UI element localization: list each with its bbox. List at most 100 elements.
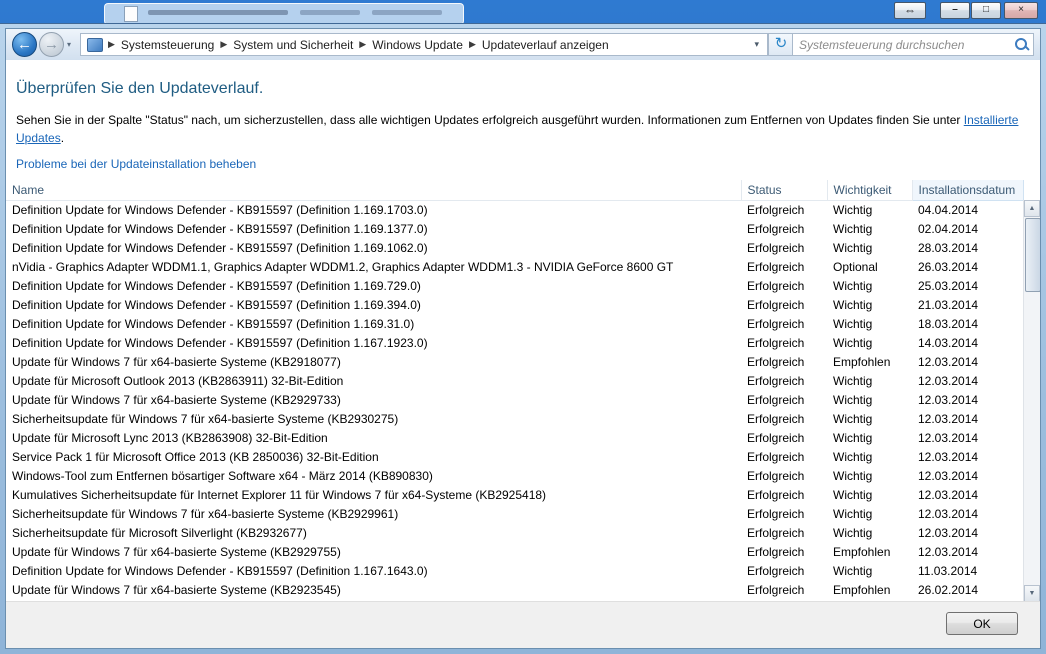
intro-text: Sehen Sie in der Spalte "Status" nach, u… — [16, 111, 1024, 147]
scroll-up-icon[interactable]: ▲ — [1024, 200, 1040, 217]
document-icon — [124, 6, 138, 22]
background-text-hint — [148, 10, 288, 15]
cell-status: Erfolgreich — [747, 240, 805, 255]
minimize-button[interactable]: – — [940, 2, 970, 19]
table-row[interactable]: Definition Update for Windows Defender -… — [6, 200, 1023, 219]
cell-importance: Wichtig — [833, 202, 873, 217]
cell-importance: Wichtig — [833, 316, 873, 331]
cell-name: Definition Update for Windows Defender -… — [12, 221, 428, 236]
background-text-hint — [372, 10, 442, 15]
table-row[interactable]: Windows-Tool zum Entfernen bösartiger So… — [6, 466, 1023, 485]
table-row[interactable]: Update für Microsoft Outlook 2013 (KB286… — [6, 371, 1023, 390]
control-panel-icon — [87, 37, 103, 52]
vertical-scrollbar[interactable]: ▲ ▼ — [1023, 200, 1040, 602]
cell-date: 18.03.2014 — [918, 316, 979, 331]
update-history-window: ← → ▾ ▶ Systemsteuerung ▶ System und Sic… — [5, 28, 1041, 649]
chevron-right-icon[interactable]: ▶ — [466, 39, 479, 50]
ok-button[interactable]: OK — [946, 612, 1018, 635]
cell-date: 12.03.2014 — [918, 525, 979, 540]
table-row[interactable]: Definition Update for Windows Defender -… — [6, 561, 1023, 580]
cell-importance: Wichtig — [833, 449, 873, 464]
breadcrumb-item-updateverlauf-anzeigen[interactable]: Updateverlauf anzeigen — [479, 38, 612, 52]
table-row[interactable]: Definition Update for Windows Defender -… — [6, 238, 1023, 257]
column-header-name[interactable]: Name — [6, 180, 742, 201]
search-icon[interactable] — [1012, 36, 1030, 54]
table-row[interactable]: Kumulatives Sicherheitsupdate für Intern… — [6, 485, 1023, 504]
table-row[interactable]: Sicherheitsupdate für Microsoft Silverli… — [6, 523, 1023, 542]
table-row[interactable]: Update für Windows 7 für x64-basierte Sy… — [6, 542, 1023, 561]
table-row[interactable]: Update für Windows 7 für x64-basierte Sy… — [6, 352, 1023, 371]
main-content: Überprüfen Sie den Updateverlauf. Sehen … — [6, 60, 1040, 602]
cell-status: Erfolgreich — [747, 354, 805, 369]
search-box — [792, 33, 1034, 56]
update-table-body: Definition Update for Windows Defender -… — [6, 200, 1023, 599]
close-button[interactable]: × — [1004, 2, 1038, 19]
search-input[interactable] — [793, 37, 1012, 52]
cell-status: Erfolgreich — [747, 468, 805, 483]
column-header-installationsdatum[interactable]: Installationsdatum — [912, 180, 1024, 201]
cell-name: nVidia - Graphics Adapter WDDM1.1, Graph… — [12, 259, 674, 274]
desktop: ⇔ – □ × ← → ▾ ▶ Systemsteuerung ▶ System… — [0, 0, 1046, 654]
cell-importance: Wichtig — [833, 297, 873, 312]
window-switch-icon[interactable]: ⇔ — [894, 2, 926, 19]
table-row[interactable]: Sicherheitsupdate für Windows 7 für x64-… — [6, 409, 1023, 428]
cell-status: Erfolgreich — [747, 278, 805, 293]
breadcrumb-item-systemsteuerung[interactable]: Systemsteuerung — [118, 38, 217, 52]
background-text-hint — [300, 10, 360, 15]
cell-status: Erfolgreich — [747, 297, 805, 312]
column-header-status[interactable]: Status — [741, 180, 828, 201]
forward-button[interactable]: → — [39, 32, 64, 57]
cell-name: Update für Microsoft Outlook 2013 (KB286… — [12, 373, 344, 388]
table-row[interactable]: Definition Update for Windows Defender -… — [6, 276, 1023, 295]
navigation-bar: ← → ▾ ▶ Systemsteuerung ▶ System und Sic… — [6, 29, 1040, 61]
cell-name: Update für Microsoft Lync 2013 (KB286390… — [12, 430, 328, 445]
table-row[interactable]: nVidia - Graphics Adapter WDDM1.1, Graph… — [6, 257, 1023, 276]
cell-date: 12.03.2014 — [918, 354, 979, 369]
cell-importance: Wichtig — [833, 487, 873, 502]
scrollbar-thumb[interactable] — [1025, 218, 1040, 292]
scroll-down-icon[interactable]: ▼ — [1024, 585, 1040, 602]
cell-date: 26.03.2014 — [918, 259, 979, 274]
table-row[interactable]: Definition Update for Windows Defender -… — [6, 219, 1023, 238]
table-row[interactable]: Update für Windows 7 für x64-basierte Sy… — [6, 580, 1023, 599]
table-row[interactable]: Service Pack 1 für Microsoft Office 2013… — [6, 447, 1023, 466]
cell-name: Definition Update for Windows Defender -… — [12, 240, 428, 255]
cell-importance: Optional — [833, 259, 878, 274]
table-row[interactable]: Definition Update for Windows Defender -… — [6, 314, 1023, 333]
chevron-right-icon[interactable]: ▶ — [105, 39, 118, 50]
chevron-right-icon[interactable]: ▶ — [217, 39, 230, 50]
intro-text-after: . — [60, 131, 65, 145]
footer-bar: OK — [6, 601, 1040, 648]
cell-status: Erfolgreich — [747, 563, 805, 578]
troubleshoot-link[interactable]: Probleme bei der Updateinstallation behe… — [16, 157, 256, 171]
table-row[interactable]: Definition Update for Windows Defender -… — [6, 333, 1023, 352]
cell-importance: Empfohlen — [833, 354, 891, 369]
intro-text-before: Sehen Sie in der Spalte "Status" nach, u… — [16, 113, 964, 127]
cell-name: Definition Update for Windows Defender -… — [12, 297, 421, 312]
breadcrumb-item-windows-update[interactable]: Windows Update — [369, 38, 466, 52]
column-header-wichtigkeit[interactable]: Wichtigkeit — [827, 180, 913, 201]
table-row[interactable]: Update für Windows 7 für x64-basierte Sy… — [6, 390, 1023, 409]
cell-name: Update für Windows 7 für x64-basierte Sy… — [12, 544, 341, 559]
table-header-row: Name Status Wichtigkeit Installationsdat… — [6, 180, 1024, 201]
cell-importance: Wichtig — [833, 411, 873, 426]
cell-importance: Wichtig — [833, 563, 873, 578]
table-row[interactable]: Sicherheitsupdate für Windows 7 für x64-… — [6, 504, 1023, 523]
address-dropdown-icon[interactable]: ▾ — [746, 39, 767, 50]
table-row[interactable]: Update für Microsoft Lync 2013 (KB286390… — [6, 428, 1023, 447]
cell-date: 26.02.2014 — [918, 582, 979, 597]
cell-name: Definition Update for Windows Defender -… — [12, 316, 415, 331]
breadcrumb-item-system-und-sicherheit[interactable]: System und Sicherheit — [230, 38, 356, 52]
cell-date: 12.03.2014 — [918, 373, 979, 388]
back-button[interactable]: ← — [12, 32, 37, 57]
recent-pages-dropdown-icon[interactable]: ▾ — [67, 40, 71, 49]
cell-date: 12.03.2014 — [918, 506, 979, 521]
cell-date: 11.03.2014 — [918, 563, 978, 578]
table-row[interactable]: Definition Update for Windows Defender -… — [6, 295, 1023, 314]
cell-name: Sicherheitsupdate für Windows 7 für x64-… — [12, 411, 399, 426]
chevron-right-icon[interactable]: ▶ — [356, 39, 369, 50]
cell-importance: Wichtig — [833, 373, 873, 388]
refresh-button[interactable]: ↻ — [768, 33, 794, 56]
cell-date: 21.03.2014 — [918, 297, 979, 312]
maximize-button[interactable]: □ — [971, 2, 1001, 19]
